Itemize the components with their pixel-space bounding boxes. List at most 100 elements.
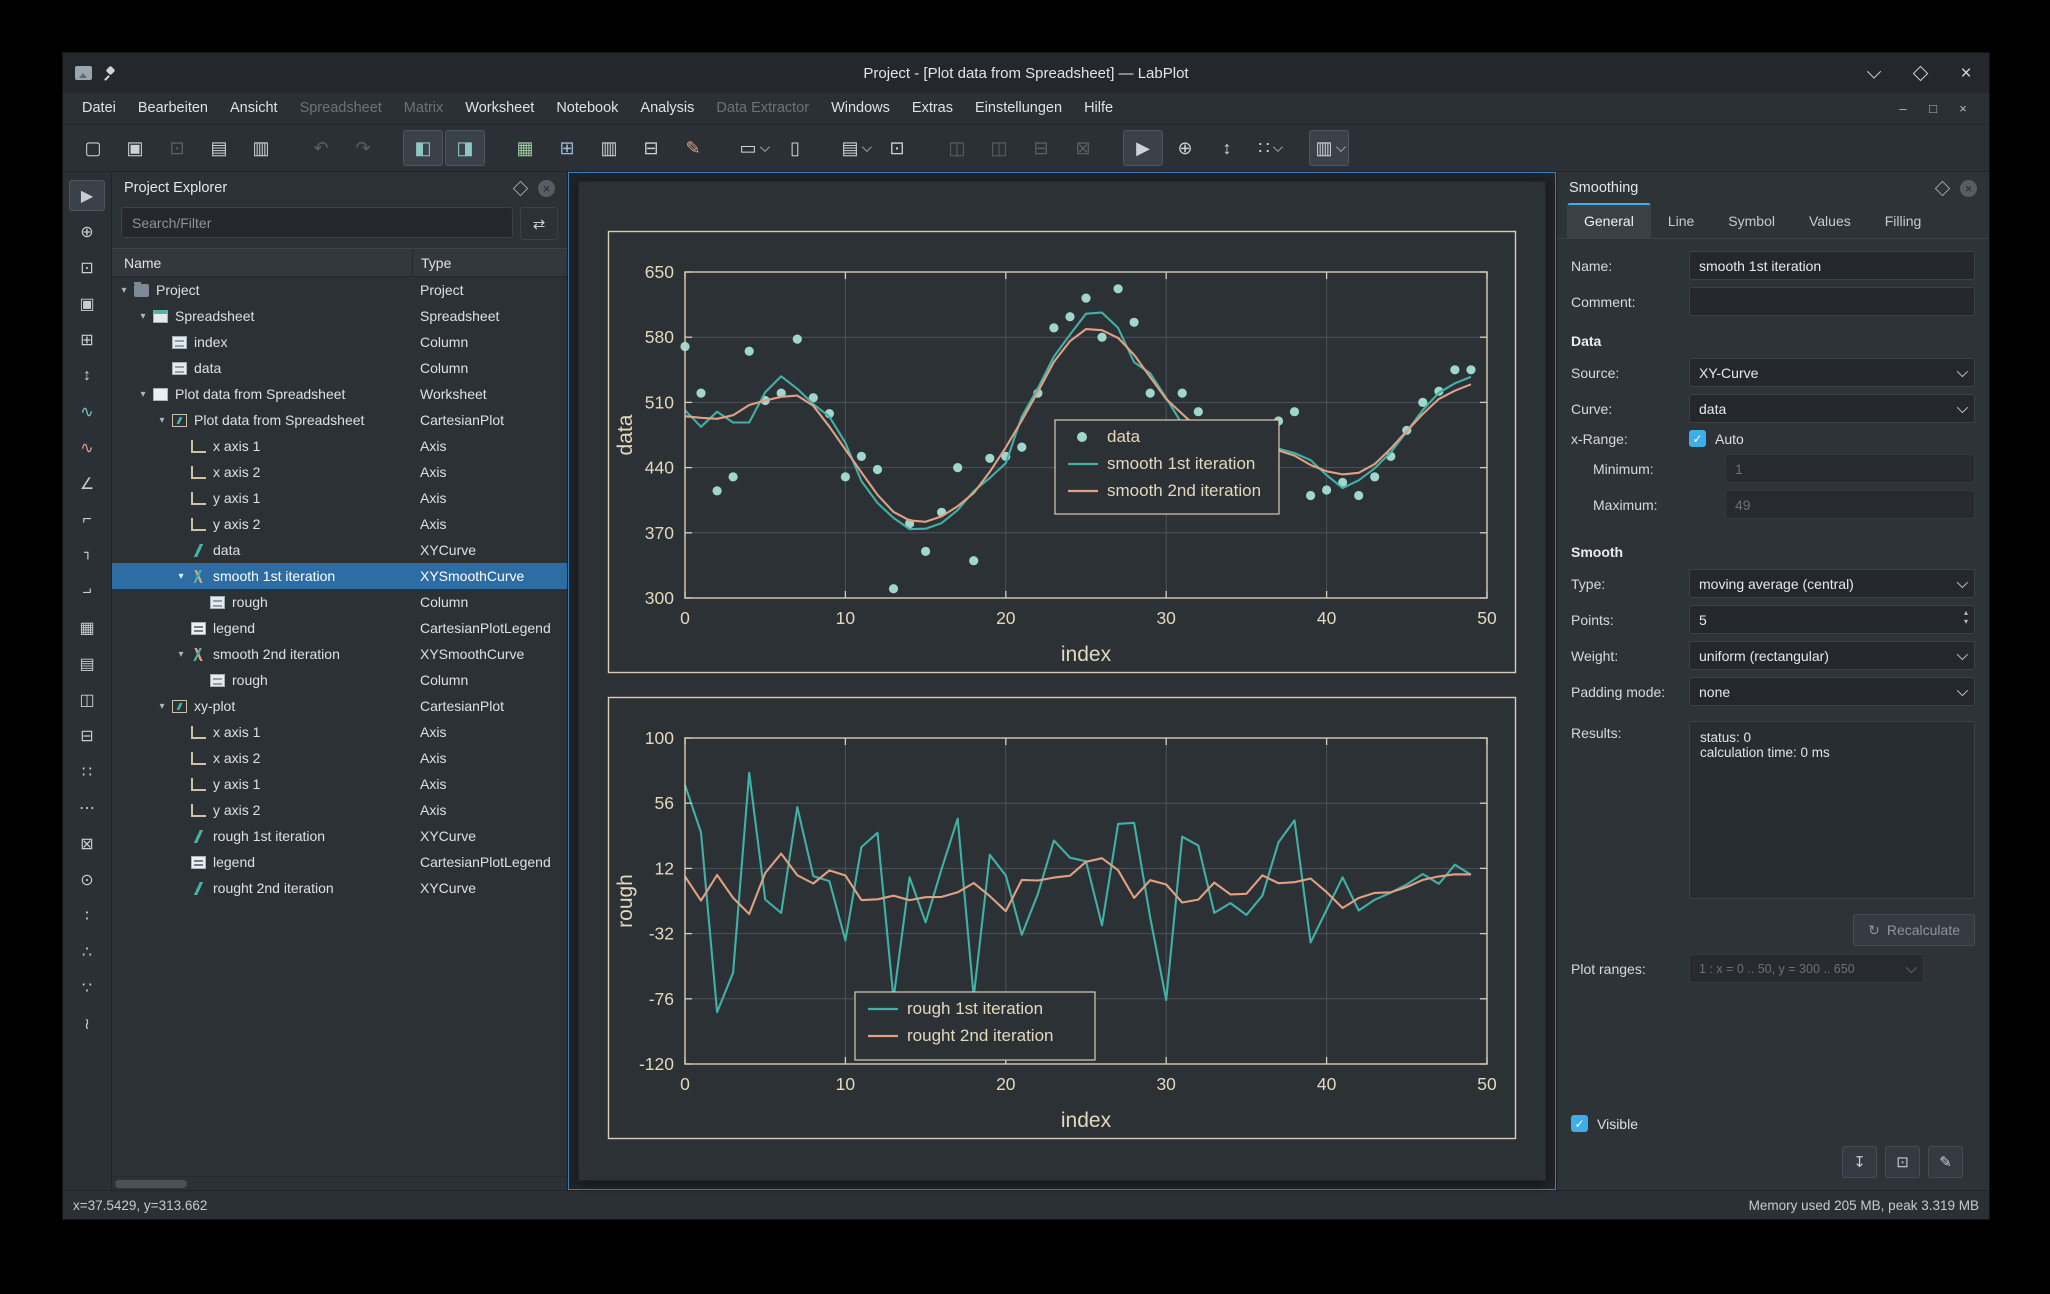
tree-row-y-axis-2[interactable]: y axis 2Axis bbox=[112, 797, 567, 823]
menu-notebook[interactable]: Notebook bbox=[545, 93, 629, 124]
tree-row-plot-data-from-spreadsheet[interactable]: ▾Plot data from SpreadsheetCartesianPlot bbox=[112, 407, 567, 433]
worksheet-view[interactable]: 01020304050300370440510580650indexdatada… bbox=[568, 172, 1556, 1190]
menu-worksheet[interactable]: Worksheet bbox=[454, 93, 545, 124]
interpolation-tool[interactable]: ≀ bbox=[69, 1008, 105, 1039]
vertical-layout-tool[interactable]: ↕ bbox=[69, 360, 105, 391]
menu-windows[interactable]: Windows bbox=[820, 93, 901, 124]
points-spinbox[interactable] bbox=[1689, 605, 1975, 634]
datapicker-tool[interactable]: ∶ bbox=[69, 900, 105, 931]
pin-icon[interactable] bbox=[102, 66, 116, 81]
crosshair-tool[interactable]: ⊕ bbox=[69, 216, 105, 247]
tree-row-legend[interactable]: legendCartesianPlotLegend bbox=[112, 849, 567, 875]
select-tool[interactable]: ▶ bbox=[69, 180, 105, 211]
tree-row-smooth-1st-iteration[interactable]: ▾smooth 1st iterationXYSmoothCurve bbox=[112, 563, 567, 589]
tree-row-y-axis-1[interactable]: y axis 1Axis bbox=[112, 485, 567, 511]
titlebar[interactable]: Project - [Plot data from Spreadsheet] —… bbox=[63, 53, 1989, 93]
curve-combo[interactable]: data bbox=[1689, 394, 1975, 423]
tab-line[interactable]: Line bbox=[1651, 204, 1711, 238]
zoom-select-mode-button[interactable]: ↕ bbox=[1207, 130, 1247, 166]
column-header-name[interactable]: Name bbox=[112, 249, 412, 276]
text-label-tool[interactable]: ⊡ bbox=[69, 252, 105, 283]
close-dock-icon[interactable] bbox=[538, 180, 555, 197]
histogram-tool[interactable]: ▦ bbox=[69, 612, 105, 643]
tree-row-index[interactable]: indexColumn bbox=[112, 329, 567, 355]
tree-row-x-axis-1[interactable]: x axis 1Axis bbox=[112, 719, 567, 745]
tree-row-project[interactable]: ▾ProjectProject bbox=[112, 277, 567, 303]
expander-icon[interactable]: ▾ bbox=[116, 285, 132, 296]
tree-row-smooth-2nd-iteration[interactable]: ▾smooth 2nd iterationXYSmoothCurve bbox=[112, 641, 567, 667]
scrollbar-thumb[interactable] bbox=[115, 1180, 187, 1188]
tree-row-plot-data-from-spreadsheet[interactable]: ▾Plot data from SpreadsheetWorksheet bbox=[112, 381, 567, 407]
custom-point-tool[interactable]: ∷ bbox=[69, 756, 105, 787]
tab-filling[interactable]: Filling bbox=[1868, 204, 1939, 238]
source-combo[interactable]: XY-Curve bbox=[1689, 358, 1975, 387]
search-input[interactable] bbox=[121, 207, 513, 238]
tab-symbol[interactable]: Symbol bbox=[1711, 204, 1792, 238]
info-element-tool[interactable]: ⊙ bbox=[69, 864, 105, 895]
expander-icon[interactable]: ▾ bbox=[135, 389, 151, 400]
close-button[interactable] bbox=[1955, 62, 1977, 84]
tree-row-y-axis-1[interactable]: y axis 1Axis bbox=[112, 771, 567, 797]
toggle-properties-dock-button[interactable]: ◨ bbox=[445, 130, 485, 166]
cartesian-plot-top[interactable]: 01020304050300370440510580650indexdatada… bbox=[607, 230, 1517, 674]
expander-icon[interactable]: ▾ bbox=[173, 649, 189, 660]
expander-icon[interactable]: ▾ bbox=[154, 701, 170, 712]
print-preview-button[interactable]: ▥ bbox=[241, 130, 281, 166]
new-matrix-button[interactable]: ⊞ bbox=[547, 130, 587, 166]
worksheet-page[interactable]: 01020304050300370440510580650indexdatada… bbox=[578, 181, 1546, 1181]
subwindow-close-icon[interactable]: × bbox=[1955, 101, 1971, 116]
tree-row-y-axis-2[interactable]: y axis 2Axis bbox=[112, 511, 567, 537]
tree-row-spreadsheet[interactable]: ▾SpreadsheetSpreadsheet bbox=[112, 303, 567, 329]
horizontal-scrollbar[interactable] bbox=[112, 1176, 567, 1190]
float-dock-icon[interactable] bbox=[1935, 180, 1951, 196]
menu-bearbeiten[interactable]: Bearbeiten bbox=[127, 93, 219, 124]
type-combo[interactable]: moving average (central) bbox=[1689, 569, 1975, 598]
menu-datei[interactable]: Datei bbox=[71, 93, 127, 124]
tree-row-data[interactable]: dataXYCurve bbox=[112, 537, 567, 563]
tree-row-x-axis-2[interactable]: x axis 2Axis bbox=[112, 459, 567, 485]
template-save-as-button[interactable]: ✎ bbox=[1928, 1146, 1963, 1178]
new-worksheet-button[interactable]: ▭ bbox=[733, 130, 773, 166]
expander-icon[interactable]: ▾ bbox=[135, 311, 151, 322]
new-datapicker-button[interactable]: ⊟ bbox=[631, 130, 671, 166]
boxplot-tool[interactable]: ▤ bbox=[69, 648, 105, 679]
expander-icon[interactable]: ▾ bbox=[173, 571, 189, 582]
axis-bottom-tool[interactable]: ⌐ bbox=[69, 576, 105, 607]
tree-row-rough[interactable]: roughColumn bbox=[112, 667, 567, 693]
recalculate-button[interactable]: ↻ Recalculate bbox=[1853, 914, 1975, 946]
column-header-type[interactable]: Type bbox=[412, 249, 567, 276]
tree-row-rough-1st-iteration[interactable]: rough 1st iterationXYCurve bbox=[112, 823, 567, 849]
expander-icon[interactable]: ▾ bbox=[154, 415, 170, 426]
smooth-curve-tool[interactable]: ∿ bbox=[69, 432, 105, 463]
new-workbook-button[interactable]: ▥ bbox=[589, 130, 629, 166]
tree-row-data[interactable]: dataColumn bbox=[112, 355, 567, 381]
tree-row-x-axis-2[interactable]: x axis 2Axis bbox=[112, 745, 567, 771]
barplot-tool[interactable]: ◫ bbox=[69, 684, 105, 715]
color-theme-button[interactable]: ✎ bbox=[673, 130, 713, 166]
weight-combo[interactable]: uniform (rectangular) bbox=[1689, 641, 1975, 670]
reference-line-tool[interactable]: ⋯ bbox=[69, 792, 105, 823]
subwindow-restore-icon[interactable]: □ bbox=[1925, 101, 1941, 116]
presenter-mode-button[interactable]: ▥ bbox=[1309, 130, 1349, 166]
float-dock-icon[interactable] bbox=[513, 180, 529, 196]
toggle-project-explorer-button[interactable]: ◧ bbox=[403, 130, 443, 166]
xy-curve-tool[interactable]: ∿ bbox=[69, 396, 105, 427]
filter-settings-icon[interactable] bbox=[520, 207, 558, 240]
tab-general[interactable]: General bbox=[1567, 203, 1651, 238]
tree-row-xy-plot[interactable]: ▾xy-plotCartesianPlot bbox=[112, 693, 567, 719]
legend-tool[interactable]: ⊟ bbox=[69, 720, 105, 751]
template-load-button[interactable]: ↧ bbox=[1842, 1146, 1877, 1178]
visible-checkbox[interactable] bbox=[1571, 1115, 1588, 1132]
crosshair-mode-button[interactable]: ⊕ bbox=[1165, 130, 1205, 166]
add-text-label-button[interactable]: ⊡ bbox=[877, 130, 917, 166]
scatter-tool[interactable]: ∵ bbox=[69, 972, 105, 1003]
tree-row-legend[interactable]: legendCartesianPlotLegend bbox=[112, 615, 567, 641]
template-save-button[interactable]: ⊡ bbox=[1885, 1146, 1920, 1178]
image-tool[interactable]: ▣ bbox=[69, 288, 105, 319]
print-button[interactable]: ▤ bbox=[199, 130, 239, 166]
menu-ansicht[interactable]: Ansicht bbox=[219, 93, 289, 124]
subwindow-minimize-icon[interactable]: – bbox=[1895, 101, 1911, 116]
spin-up-icon[interactable]: ▴ bbox=[1964, 609, 1968, 617]
points-tool[interactable]: ∴ bbox=[69, 936, 105, 967]
menu-einstellungen[interactable]: Einstellungen bbox=[964, 93, 1073, 124]
